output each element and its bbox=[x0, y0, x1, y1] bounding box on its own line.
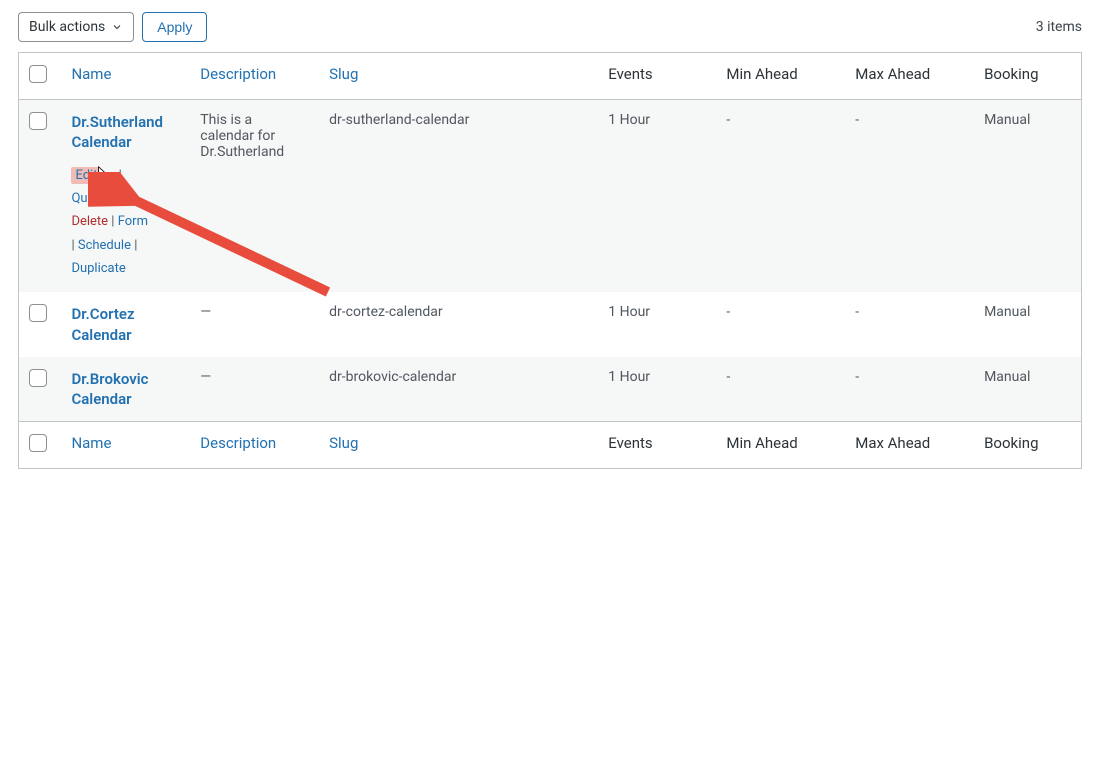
row-checkbox[interactable] bbox=[29, 304, 47, 322]
row-checkbox[interactable] bbox=[29, 369, 47, 387]
select-all-checkbox[interactable] bbox=[29, 65, 47, 83]
bulk-actions-select[interactable]: Bulk actions bbox=[18, 12, 134, 42]
footer-min-ahead: Min Ahead bbox=[716, 422, 845, 469]
schedule-link[interactable]: Schedule bbox=[78, 238, 131, 253]
footer-events: Events bbox=[598, 422, 716, 469]
table-container: Name Description Slug Events Min Ahead M… bbox=[18, 52, 1082, 469]
header-description-link[interactable]: Description bbox=[200, 65, 276, 83]
row-description: — bbox=[190, 292, 319, 357]
table-footer-row: Name Description Slug Events Min Ahead M… bbox=[19, 422, 1082, 469]
row-max-ahead: - bbox=[845, 292, 974, 357]
edit-link[interactable]: Edit bbox=[75, 168, 97, 183]
table-row: Dr.Brokovic Calendar — dr-brokovic-calen… bbox=[19, 357, 1082, 422]
footer-booking: Booking bbox=[974, 422, 1081, 469]
footer-name-link[interactable]: Name bbox=[71, 434, 111, 452]
row-slug: dr-cortez-calendar bbox=[319, 292, 598, 357]
header-name[interactable]: Name bbox=[61, 53, 190, 100]
row-events: 1 Hour bbox=[598, 357, 716, 422]
header-events: Events bbox=[598, 53, 716, 100]
footer-checkbox-cell bbox=[19, 422, 62, 469]
row-checkbox[interactable] bbox=[29, 112, 47, 130]
row-slug: dr-sutherland-calendar bbox=[319, 100, 598, 293]
row-min-ahead: - bbox=[716, 357, 845, 422]
header-name-link[interactable]: Name bbox=[71, 65, 111, 83]
row-min-ahead: - bbox=[716, 292, 845, 357]
header-slug[interactable]: Slug bbox=[319, 53, 598, 100]
row-title-link[interactable]: Dr.Sutherland Calendar bbox=[71, 112, 180, 153]
row-min-ahead: - bbox=[716, 100, 845, 293]
row-title-link[interactable]: Dr.Brokovic Calendar bbox=[71, 369, 180, 410]
toolbar-left: Bulk actions Apply bbox=[18, 12, 207, 42]
chevron-down-icon bbox=[111, 21, 123, 33]
row-description: This is a calendar for Dr.Sutherland bbox=[190, 100, 319, 293]
calendar-table: Name Description Slug Events Min Ahead M… bbox=[18, 52, 1082, 469]
header-booking: Booking bbox=[974, 53, 1081, 100]
table-header-row: Name Description Slug Events Min Ahead M… bbox=[19, 53, 1082, 100]
footer-slug[interactable]: Slug bbox=[319, 422, 598, 469]
row-max-ahead: - bbox=[845, 100, 974, 293]
bulk-actions-label: Bulk actions bbox=[29, 19, 105, 35]
row-actions: Edit | Quick Edit | Delete | Form | Sche… bbox=[71, 161, 180, 281]
delete-link[interactable]: Delete bbox=[71, 214, 108, 229]
select-all-checkbox-footer[interactable] bbox=[29, 434, 47, 452]
row-slug: dr-brokovic-calendar bbox=[319, 357, 598, 422]
row-events: 1 Hour bbox=[598, 292, 716, 357]
cursor-icon bbox=[101, 161, 115, 179]
row-booking: Manual bbox=[974, 100, 1081, 293]
duplicate-link[interactable]: Duplicate bbox=[71, 261, 125, 276]
header-description[interactable]: Description bbox=[190, 53, 319, 100]
footer-max-ahead: Max Ahead bbox=[845, 422, 974, 469]
table-row: Dr.Sutherland Calendar Edit | Quick Edit… bbox=[19, 100, 1082, 293]
row-title-link[interactable]: Dr.Cortez Calendar bbox=[71, 304, 180, 345]
footer-name[interactable]: Name bbox=[61, 422, 190, 469]
footer-slug-link[interactable]: Slug bbox=[329, 434, 358, 452]
header-min-ahead: Min Ahead bbox=[716, 53, 845, 100]
form-link[interactable]: Form bbox=[118, 214, 148, 229]
items-count: 3 items bbox=[1036, 19, 1082, 35]
header-max-ahead: Max Ahead bbox=[845, 53, 974, 100]
header-slug-link[interactable]: Slug bbox=[329, 65, 358, 83]
footer-description[interactable]: Description bbox=[190, 422, 319, 469]
header-checkbox-cell bbox=[19, 53, 62, 100]
table-row: Dr.Cortez Calendar — dr-cortez-calendar … bbox=[19, 292, 1082, 357]
row-description: — bbox=[190, 357, 319, 422]
quick-edit-link[interactable]: Quick Edit bbox=[71, 191, 129, 206]
footer-description-link[interactable]: Description bbox=[200, 434, 276, 452]
row-events: 1 Hour bbox=[598, 100, 716, 293]
apply-button[interactable]: Apply bbox=[142, 12, 207, 42]
toolbar: Bulk actions Apply 3 items bbox=[18, 12, 1082, 42]
row-max-ahead: - bbox=[845, 357, 974, 422]
row-booking: Manual bbox=[974, 292, 1081, 357]
row-booking: Manual bbox=[974, 357, 1081, 422]
